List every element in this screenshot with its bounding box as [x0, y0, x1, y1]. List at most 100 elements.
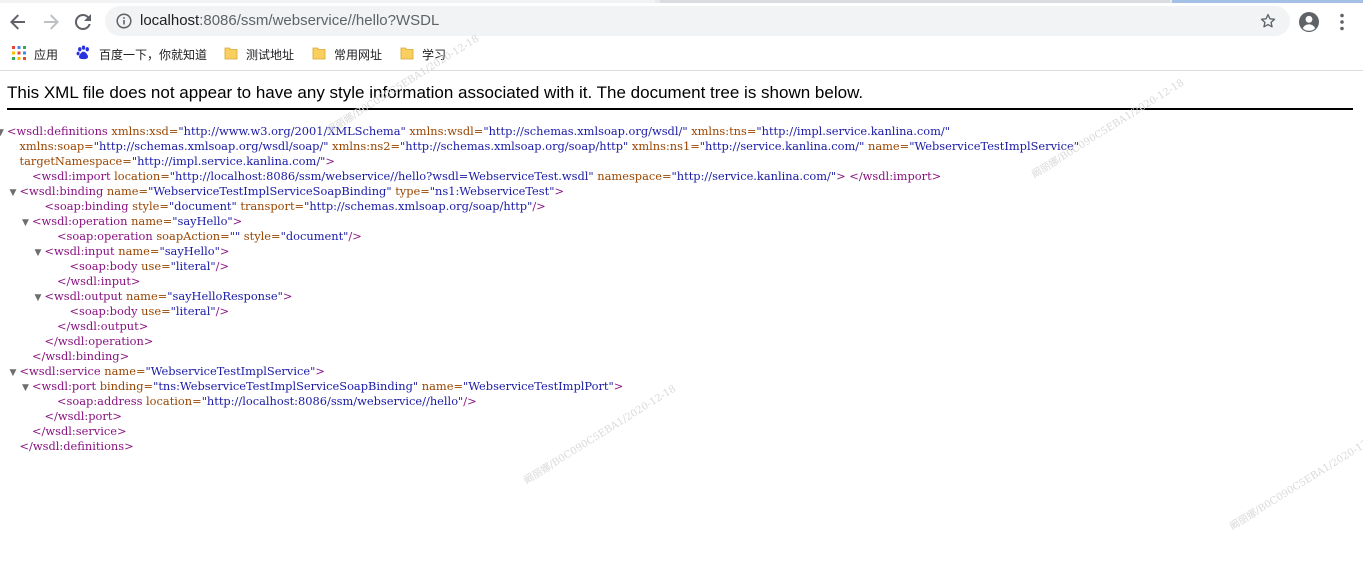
address-bar[interactable]: localhost:8086/ssm/webservice//hello?WSD…	[105, 6, 1290, 36]
xml-line: </wsdl:service>	[7, 424, 1079, 439]
xml-tag: />	[215, 304, 229, 318]
xml-attr-name: style=	[128, 199, 169, 213]
xml-attr-name: use=	[137, 304, 171, 318]
xml-tag: >	[554, 184, 565, 198]
xml-tag: </wsdl:service>	[32, 424, 127, 438]
xml-tag: <wsdl:definitions	[7, 124, 108, 138]
url-path: :8086/ssm/webservice//hello?WSDL	[199, 12, 440, 29]
xml-attr-name: transport=	[236, 199, 305, 213]
xml-tag: </wsdl:output>	[57, 319, 149, 333]
xml-attr-value: "http://localhost:8086/ssm/webservice//h…	[201, 394, 464, 408]
info-icon[interactable]	[116, 13, 132, 34]
xml-attr-name: name=	[100, 364, 146, 378]
xml-tag: <soap:operation	[57, 229, 153, 243]
reload-button[interactable]	[72, 11, 94, 33]
bookmark-folder-test[interactable]: 测试地址	[224, 45, 294, 63]
xml-attr-name: location=	[110, 169, 170, 183]
xml-attr-name: namespace=	[593, 169, 672, 183]
xml-tag: />	[348, 229, 362, 243]
collapse-toggle-icon[interactable]: ▼	[22, 381, 32, 396]
xml-line: ▼ <wsdl:definitions xmlns:xsd="http://www…	[0, 124, 1079, 139]
xml-attr-value: "literal"	[170, 259, 216, 273]
xml-line: </wsdl:port>	[7, 409, 1079, 424]
xml-line: targetNamespace="http://impl.service.kan…	[7, 154, 1079, 169]
xml-line: <soap:binding style="document" transport…	[7, 199, 1079, 214]
xml-attr-value: "sayHello"	[172, 214, 233, 228]
xml-tag: > </wsdl:import>	[836, 169, 942, 183]
xml-attr-value: "http://service.kanlina.com/"	[699, 139, 865, 153]
xml-tree: ▼ <wsdl:definitions xmlns:xsd="http://www…	[0, 124, 1080, 454]
collapse-toggle-icon[interactable]: ▼	[22, 216, 32, 231]
bookmark-folder-common[interactable]: 常用网址	[312, 45, 382, 63]
xml-attr-name: xmlns:tns=	[687, 124, 757, 138]
xml-attr-value: "http://www.w3.org/2001/XMLSchema"	[178, 124, 406, 138]
xml-line: <soap:body use="literal"/>	[7, 259, 1079, 274]
xml-tag: <soap:address	[57, 394, 143, 408]
collapse-toggle-icon[interactable]: ▼	[35, 291, 45, 306]
collapse-toggle-icon[interactable]: ▼	[10, 186, 20, 201]
xml-tag: <wsdl:binding	[19, 184, 104, 198]
xml-attr-name: xmlns:wsdl=	[405, 124, 484, 138]
xml-attr-value: "http://localhost:8086/ssm/webservice//h…	[169, 169, 594, 183]
xml-attr-value: "http://impl.service.kanlina.com/"	[131, 154, 326, 168]
xml-line: </wsdl:definitions>	[7, 439, 1079, 454]
xml-attr-name: xmlns:xsd=	[107, 124, 179, 138]
xml-tag: <wsdl:output	[44, 289, 123, 303]
xml-attr-value: "http://impl.service.kanlina.com/"	[756, 124, 950, 138]
xml-line: </wsdl:output>	[7, 319, 1079, 334]
xml-line: ▼ <wsdl:output name="sayHelloResponse">	[7, 289, 1079, 304]
xml-attr-value: "http://schemas.xmlsoap.org/soap/http"	[304, 199, 533, 213]
xml-attr-value: "literal"	[170, 304, 216, 318]
xml-attr-value: "WebserviceTestImplService"	[145, 364, 316, 378]
xml-line: xmlns:soap="http://schemas.xmlsoap.org/w…	[7, 139, 1080, 154]
xml-tag: >	[219, 244, 230, 258]
bookmark-label: 常用网址	[334, 47, 383, 62]
xml-attr-value: "sayHelloResponse"	[167, 289, 283, 303]
browser-toolbar: localhost:8086/ssm/webservice//hello?WSD…	[0, 3, 1363, 39]
xml-tag: >	[282, 289, 293, 303]
forward-button[interactable]	[40, 11, 62, 33]
xml-tag: </wsdl:input>	[57, 274, 141, 288]
xml-attr-name: binding=	[96, 379, 154, 393]
xml-attr-name: name=	[103, 184, 149, 198]
xml-tag: >	[613, 379, 624, 393]
more-menu-icon[interactable]	[1331, 11, 1353, 38]
xml-attr-name: name=	[122, 289, 168, 303]
xml-tag: <wsdl:service	[19, 364, 101, 378]
xml-attr-value: ""	[229, 229, 241, 243]
folder-icon	[400, 46, 414, 63]
xml-line: <soap:address location="http://localhost…	[7, 394, 1079, 409]
url-text[interactable]: localhost:8086/ssm/webservice//hello?WSD…	[140, 12, 439, 29]
apps-grid-icon	[12, 45, 26, 63]
xml-attr-name: name=	[114, 244, 160, 258]
xml-line: <soap:body use="literal"/>	[7, 304, 1079, 319]
url-host: localhost	[140, 12, 200, 29]
xml-line: <soap:operation soapAction="" style="doc…	[7, 229, 1079, 244]
xml-tag: >	[325, 154, 335, 168]
collapse-toggle-icon[interactable]: ▼	[10, 366, 20, 381]
xml-tag: </wsdl:binding>	[32, 349, 130, 363]
xml-attr-value: "document"	[280, 229, 349, 243]
bookmark-label: 应用	[34, 47, 59, 62]
bookmark-baidu[interactable]: 百度一下，你就知道	[76, 45, 207, 63]
xml-attr-name: use=	[137, 259, 171, 273]
collapse-toggle-icon[interactable]: ▼	[0, 126, 7, 141]
bookmark-apps[interactable]: 应用	[12, 45, 58, 63]
xml-attr-name: name=	[127, 214, 173, 228]
xml-line: ▼ <wsdl:binding name="WebserviceTestImplS…	[7, 184, 1079, 199]
xml-attr-name: name=	[864, 139, 910, 153]
xml-tag: />	[532, 199, 546, 213]
folder-icon	[312, 46, 326, 63]
bookmark-label: 百度一下，你就知道	[99, 47, 208, 62]
xml-attr-name: type=	[391, 184, 430, 198]
xml-attr-name: name=	[418, 379, 464, 393]
arrow-right-icon	[42, 13, 60, 31]
star-icon[interactable]	[1259, 12, 1277, 35]
xml-line: ▼ <wsdl:input name="sayHello">	[7, 244, 1079, 259]
xml-tag: <soap:body	[69, 304, 138, 318]
profile-avatar-icon[interactable]	[1298, 11, 1320, 38]
reload-icon	[74, 13, 92, 31]
back-button[interactable]	[7, 11, 29, 33]
collapse-toggle-icon[interactable]: ▼	[35, 246, 45, 261]
xml-tag: <wsdl:import	[32, 169, 111, 183]
